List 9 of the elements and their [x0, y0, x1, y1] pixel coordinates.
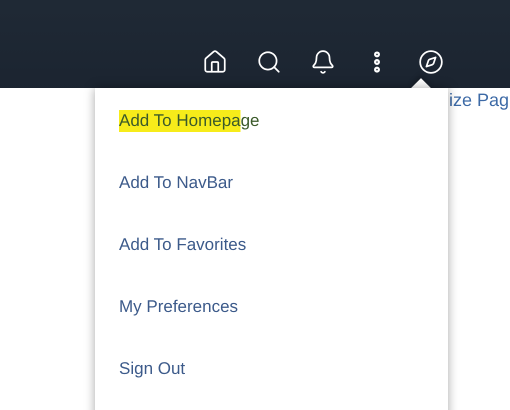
menu-item[interactable]: Add To NavBar [119, 172, 234, 194]
search-icon[interactable] [256, 49, 282, 75]
compass-icon[interactable] [418, 49, 444, 75]
menu-item[interactable]: Sign Out [119, 358, 186, 380]
personalize-link[interactable]: ize Pag [449, 90, 510, 110]
home-icon[interactable] [202, 49, 228, 75]
bell-icon[interactable] [310, 49, 336, 75]
menu-item[interactable]: My Preferences [119, 296, 238, 318]
menu-item[interactable]: Add To Favorites [119, 234, 246, 256]
